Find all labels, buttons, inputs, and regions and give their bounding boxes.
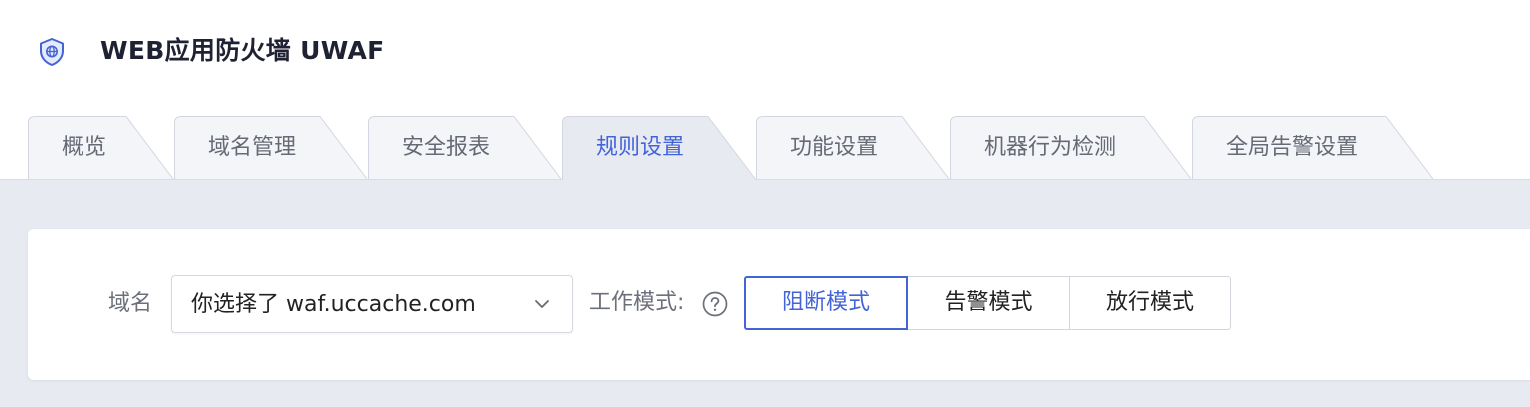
domain-select[interactable]: 你选择了 waf.uccache.com [171, 275, 573, 333]
mode-block-label: 阻断模式 [781, 290, 870, 315]
main-tabs: 概览 域名管理 安全报表 规则设置 功能设置 机器行为检测 全局告警设置 [0, 116, 1530, 181]
app-header: WEB应用防火墙 UWAF [0, 0, 1530, 116]
tab-label: 机器行为检测 [984, 135, 1117, 160]
tab-label: 安全报表 [402, 135, 491, 160]
work-mode-label: 工作模式: [589, 290, 685, 315]
chevron-down-icon [535, 300, 549, 308]
mode-allow-label: 放行模式 [1105, 290, 1194, 315]
tab-label: 域名管理 [208, 135, 297, 160]
mode-alert-label: 告警模式 [944, 290, 1033, 315]
tab-label: 规则设置 [596, 135, 685, 160]
domain-label: 域名 [108, 291, 153, 316]
question-circle-icon[interactable] [702, 291, 728, 317]
app-title: WEB应用防火墙 UWAF [100, 36, 385, 65]
mode-allow-button[interactable]: 放行模式 [1069, 276, 1231, 330]
mode-alert-button[interactable]: 告警模式 [907, 276, 1070, 330]
shield-globe-icon [40, 38, 64, 66]
domain-select-value: 你选择了 waf.uccache.com [191, 292, 476, 317]
tab-label: 功能设置 [790, 135, 879, 160]
tab-label: 全局告警设置 [1226, 135, 1359, 160]
tab-label: 概览 [62, 135, 107, 160]
mode-block-button[interactable]: 阻断模式 [744, 276, 908, 330]
